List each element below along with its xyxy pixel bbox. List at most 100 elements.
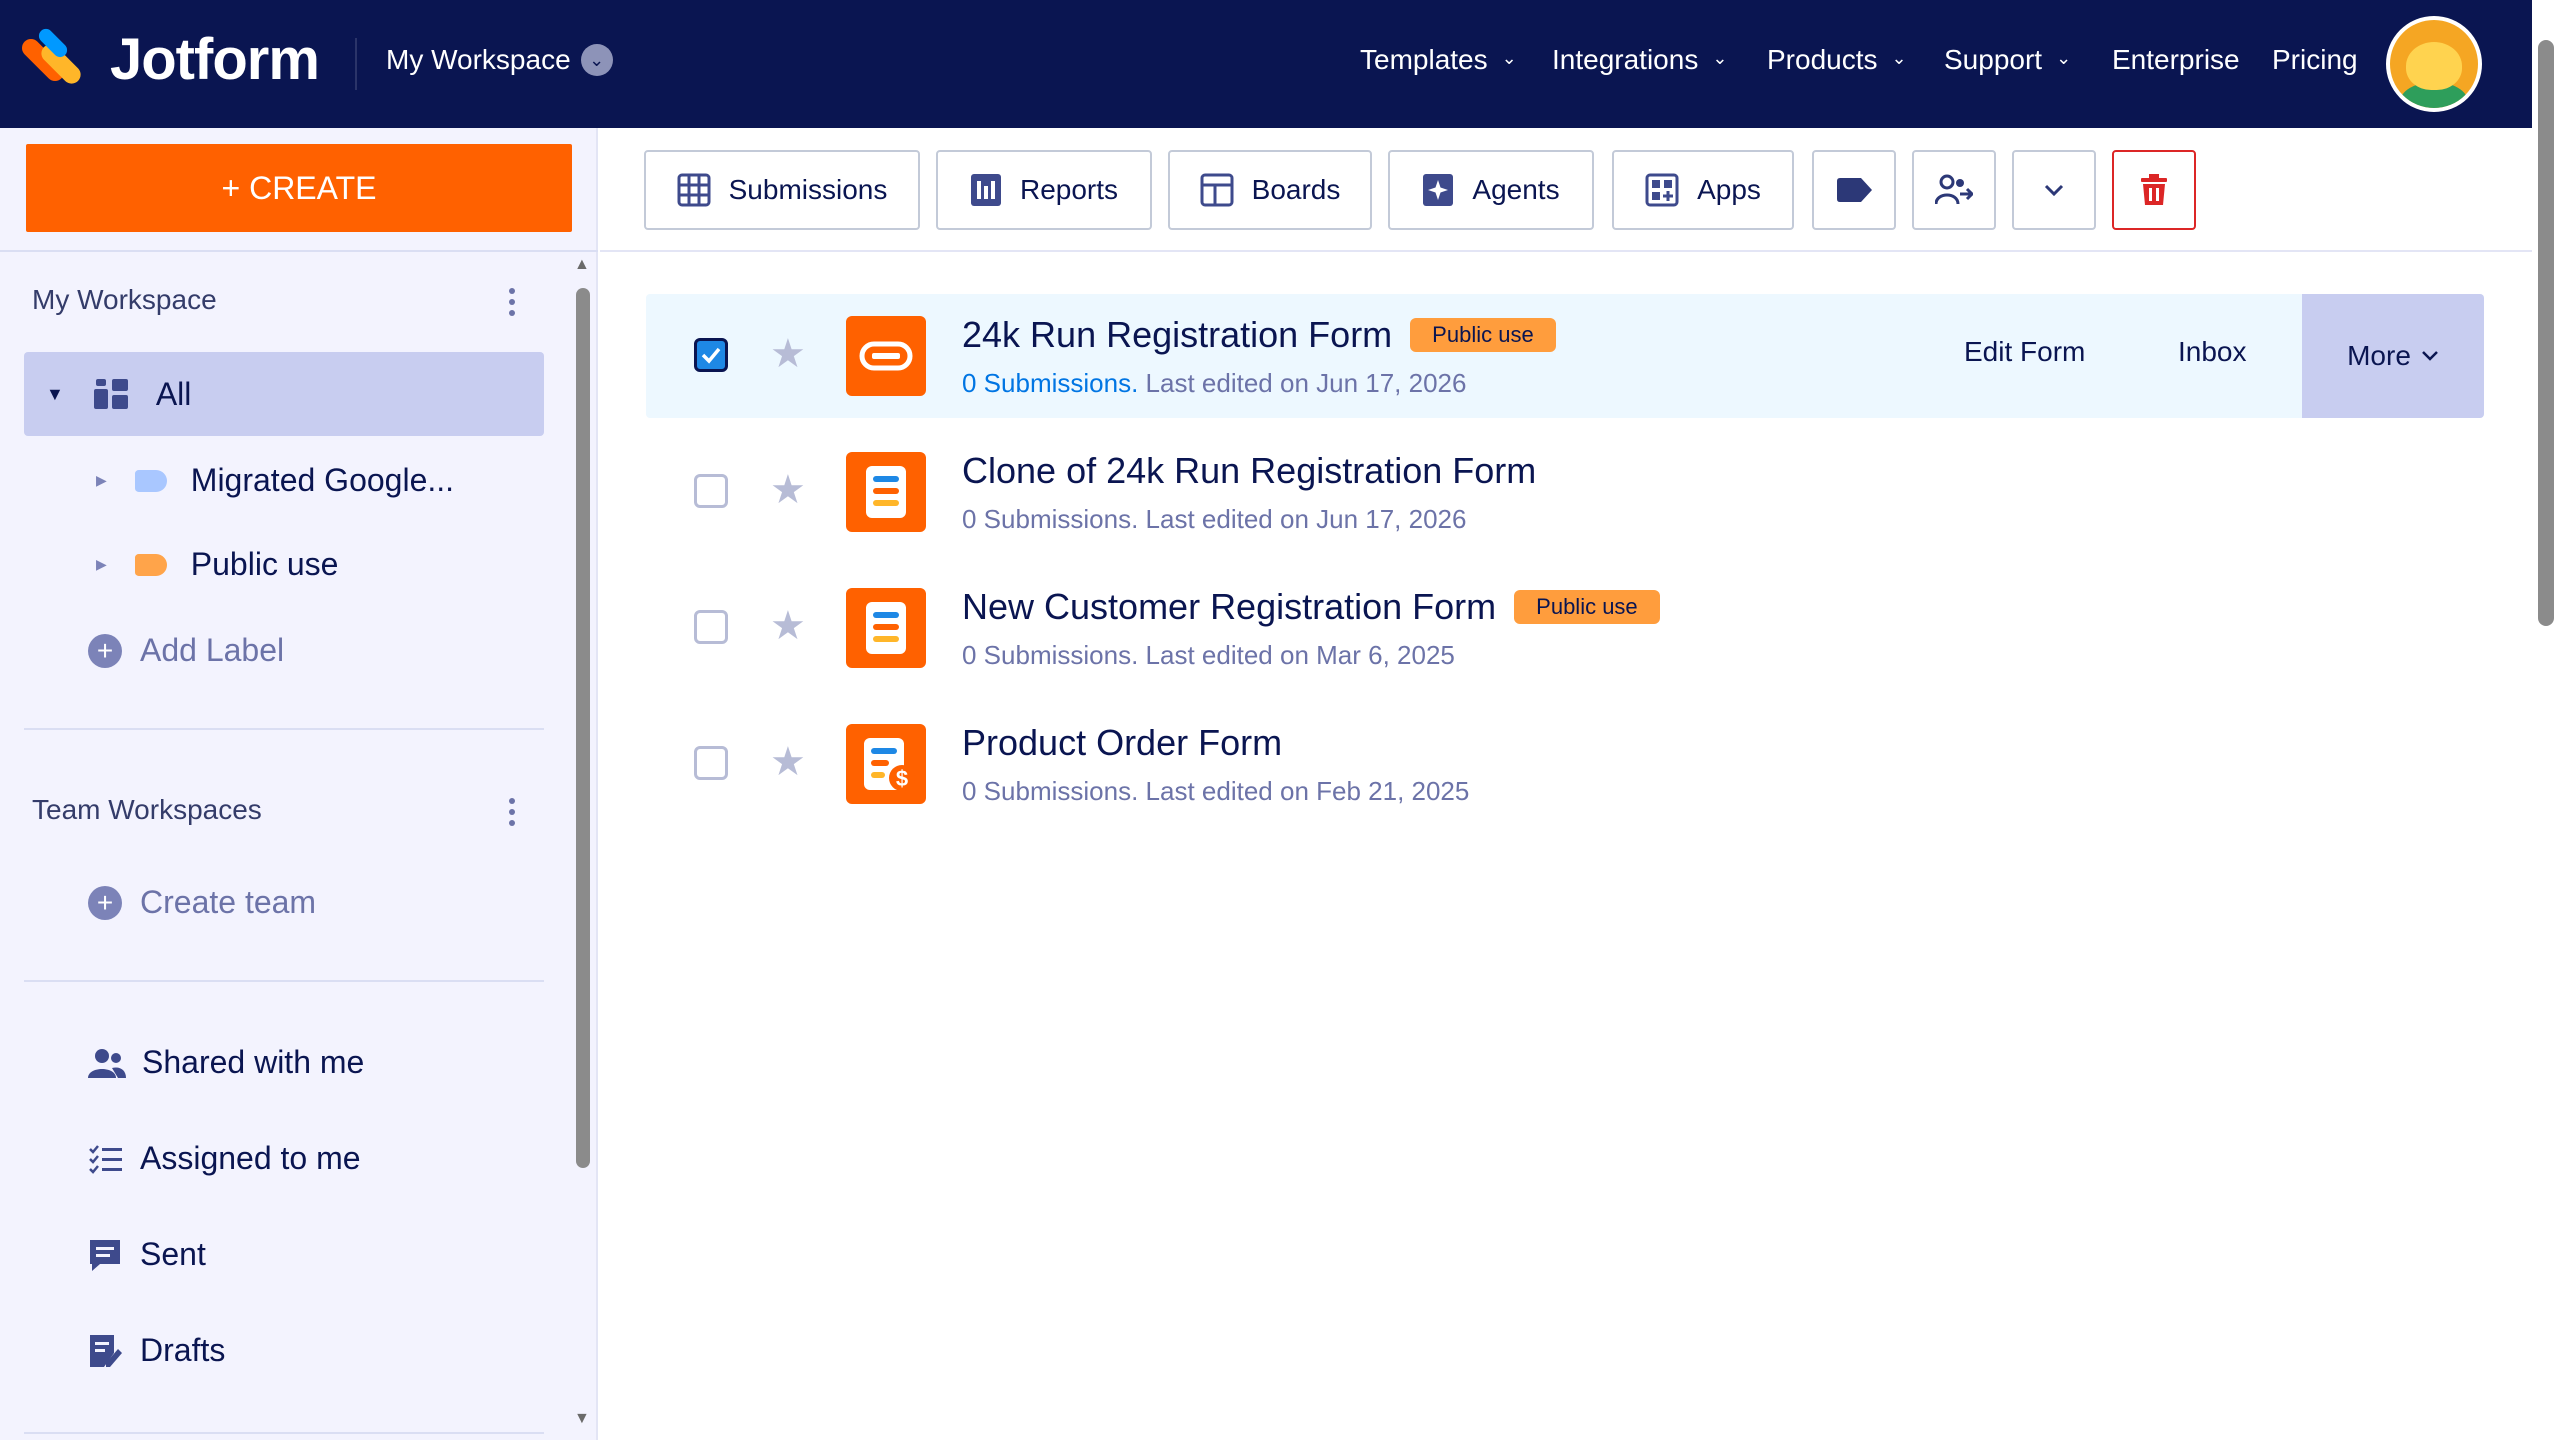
my-workspace-title: My Workspace: [32, 284, 217, 315]
caret-right-icon: ▶: [96, 556, 107, 572]
all-forms-icon: [93, 379, 128, 409]
sidebar-item-label: Assigned to me: [140, 1140, 361, 1176]
divider: [0, 250, 598, 252]
sidebar-item-label: Migrated Google...: [190, 462, 455, 498]
sidebar-item-migrated-google[interactable]: ▶ Migrated Google...: [96, 462, 454, 499]
nav-templates[interactable]: Templates ⌄: [1360, 44, 1517, 76]
workspace-switcher[interactable]: My Workspace ⌄: [386, 44, 613, 76]
button-label: Submissions: [728, 174, 888, 205]
chevron-down-icon: [2044, 184, 2064, 196]
message-icon: [90, 1239, 120, 1271]
submissions-count[interactable]: 0 Submissions.: [962, 776, 1138, 806]
form-row[interactable]: ★ 24k Run Registration Form Public use 0…: [646, 294, 2484, 418]
trash-icon: [2141, 174, 2167, 205]
star-icon[interactable]: ★: [770, 470, 806, 510]
button-label: Boards: [1251, 174, 1341, 205]
create-button[interactable]: + CREATE: [26, 144, 572, 232]
submissions-button[interactable]: Submissions: [644, 150, 920, 230]
label-tag-icon: [1837, 178, 1872, 202]
sidebar-item-shared-with-me[interactable]: Shared with me: [88, 1044, 364, 1081]
create-team-button[interactable]: + Create team: [88, 884, 316, 921]
row-checkbox[interactable]: [694, 610, 728, 644]
form-row[interactable]: ★ New Customer Registration Form Public …: [646, 566, 2484, 690]
form-title[interactable]: Product Order Form: [962, 722, 1282, 764]
form-meta: 0 Submissions. Last edited on Mar 6, 202…: [962, 640, 1455, 671]
sidebar: + CREATE My Workspace ▼ All ▶ Migrated G…: [0, 128, 598, 1440]
table-grid-icon: [677, 173, 711, 207]
row-checkbox[interactable]: [694, 474, 728, 508]
scroll-thumb[interactable]: [2538, 40, 2554, 626]
sidebar-item-label: All: [155, 375, 192, 412]
row-checkbox[interactable]: [694, 338, 728, 372]
scroll-thumb[interactable]: [576, 288, 590, 1168]
inbox-button[interactable]: Inbox: [2178, 336, 2247, 368]
header-divider: [355, 38, 357, 90]
brand-name: Jotform: [110, 27, 320, 92]
nav-products[interactable]: Products ⌄: [1767, 44, 1907, 76]
jotform-logo[interactable]: Jotform: [18, 25, 320, 93]
form-title[interactable]: Clone of 24k Run Registration Form: [962, 450, 1536, 492]
row-checkbox[interactable]: [694, 746, 728, 780]
assign-users-button[interactable]: [1912, 150, 1996, 230]
nav-label: Templates: [1360, 44, 1488, 75]
sidebar-item-label: Public use: [190, 546, 339, 582]
star-icon[interactable]: ★: [770, 334, 806, 374]
sidebar-item-assigned-to-me[interactable]: Assigned to me: [88, 1140, 361, 1177]
caret-down-icon: ▼: [46, 383, 64, 404]
delete-button[interactable]: [2112, 150, 2196, 230]
divider: [24, 728, 544, 730]
nav-pricing[interactable]: Pricing: [2272, 44, 2358, 76]
sidebar-item-public-use[interactable]: ▶ Public use: [96, 546, 338, 583]
edit-form-button[interactable]: Edit Form: [1964, 336, 2085, 368]
more-button[interactable]: More: [2302, 294, 2484, 418]
scroll-down-icon[interactable]: ▼: [574, 1410, 590, 1428]
scroll-up-icon[interactable]: ▲: [574, 256, 590, 274]
form-title[interactable]: New Customer Registration Form Public us…: [962, 586, 1660, 628]
button-label: Agents: [1472, 174, 1560, 205]
user-avatar[interactable]: [2386, 16, 2482, 112]
divider: [24, 980, 544, 982]
button-label: Reports: [1019, 174, 1119, 205]
agents-button[interactable]: Agents: [1388, 150, 1594, 230]
form-title-text: New Customer Registration Form: [962, 586, 1497, 627]
team-options-icon[interactable]: [508, 798, 516, 826]
page-scrollbar[interactable]: [2532, 0, 2560, 1440]
draft-icon: [90, 1334, 122, 1367]
star-icon[interactable]: ★: [770, 606, 806, 646]
divider: [24, 1432, 544, 1434]
boards-button[interactable]: Boards: [1168, 150, 1372, 230]
caret-right-icon: ▶: [96, 472, 107, 488]
form-row[interactable]: ★ Clone of 24k Run Registration Form 0 S…: [646, 430, 2484, 554]
submissions-count[interactable]: 0 Submissions.: [962, 640, 1138, 670]
form-payment-icon: $: [846, 724, 926, 804]
checkmark-icon: [701, 347, 721, 364]
sidebar-item-drafts[interactable]: Drafts: [88, 1332, 225, 1369]
sidebar-scrollbar[interactable]: ▲ ▼: [572, 128, 592, 1440]
chevron-down-icon: ⌄: [2056, 47, 2072, 68]
form-title[interactable]: 24k Run Registration Form Public use: [962, 314, 1556, 356]
submissions-count[interactable]: 0 Submissions.: [962, 504, 1138, 534]
apps-button[interactable]: Apps: [1612, 150, 1794, 230]
checklist-icon: [89, 1144, 122, 1174]
more-actions-dropdown[interactable]: [2012, 150, 2096, 230]
sidebar-item-label: Shared with me: [142, 1044, 365, 1080]
reports-button[interactable]: Reports: [936, 150, 1152, 230]
chevron-down-icon: [2422, 351, 2438, 361]
shared-users-icon: [88, 1048, 126, 1078]
nav-integrations[interactable]: Integrations ⌄: [1552, 44, 1727, 76]
nav-enterprise[interactable]: Enterprise: [2112, 44, 2240, 76]
label-tag-icon: [134, 469, 167, 492]
form-row[interactable]: ★ $ Product Order Form 0 Submissions. La…: [646, 702, 2484, 826]
add-label-button[interactable]: + Add Label: [88, 632, 284, 669]
nav-support[interactable]: Support ⌄: [1944, 44, 2071, 76]
workspace-options-icon[interactable]: [508, 288, 516, 316]
sidebar-item-all[interactable]: ▼ All: [24, 352, 544, 436]
star-icon[interactable]: ★: [770, 742, 806, 782]
label-button[interactable]: [1812, 150, 1896, 230]
sidebar-item-sent[interactable]: Sent: [88, 1236, 206, 1273]
form-meta: 0 Submissions. Last edited on Jun 17, 20…: [962, 504, 1466, 535]
chevron-down-icon: ⌄: [1501, 47, 1517, 68]
chevron-down-icon: ⌄: [580, 44, 613, 76]
submissions-link[interactable]: 0 Submissions.: [962, 368, 1138, 398]
button-label: Apps: [1697, 174, 1761, 205]
